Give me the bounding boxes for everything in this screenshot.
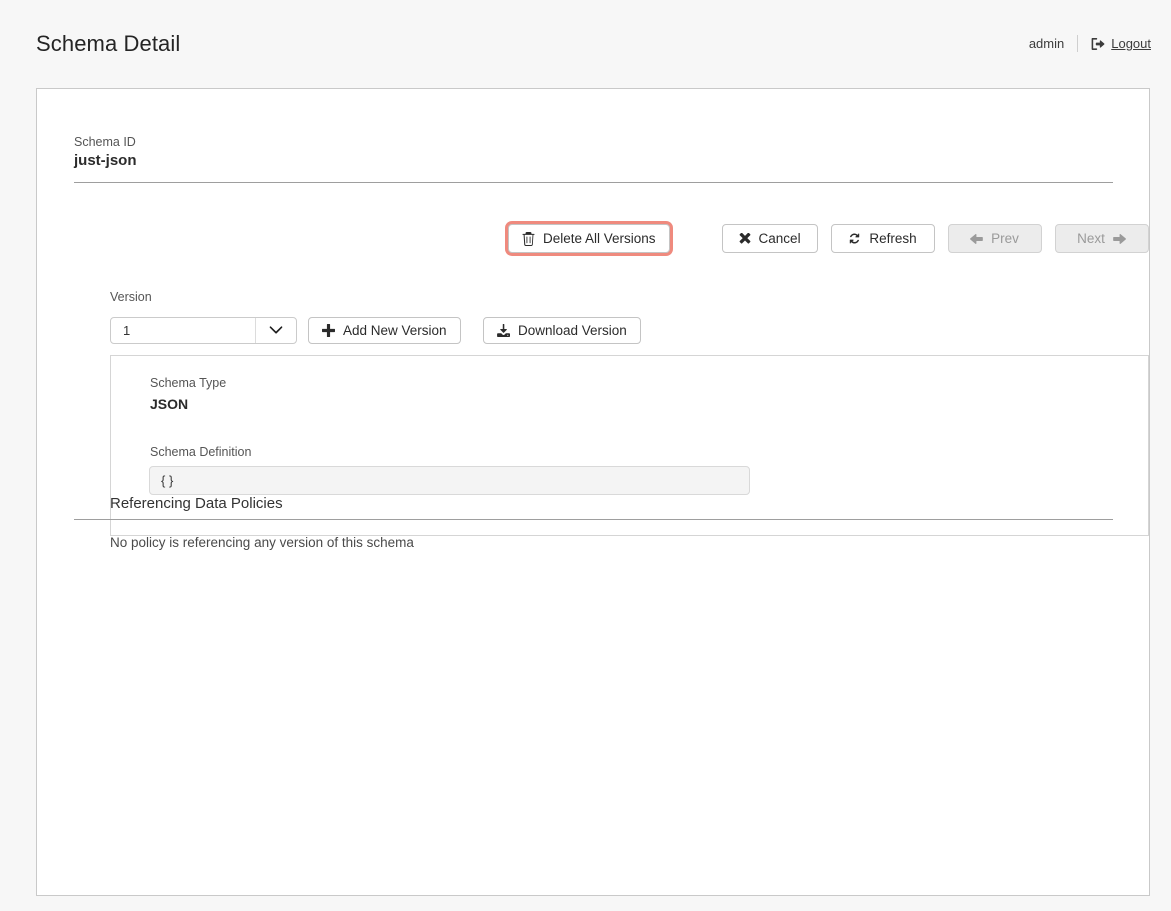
version-select[interactable]: 1 — [110, 317, 297, 344]
cancel-label: Cancel — [758, 231, 801, 246]
policies-rule — [74, 519, 1113, 520]
next-button[interactable]: Next — [1054, 224, 1149, 253]
schema-type-label: Schema Type — [150, 376, 227, 390]
header-divider — [1077, 35, 1079, 52]
download-version-button[interactable]: Download Version — [483, 317, 641, 344]
schema-type-value: JSON — [150, 396, 189, 412]
version-select-value: 1 — [123, 323, 131, 338]
logout-label: Logout — [1111, 36, 1151, 51]
schema-definition-field[interactable]: { } — [149, 466, 750, 495]
current-user-label: admin — [1028, 36, 1065, 51]
plus-icon — [322, 324, 335, 337]
schema-definition-label: Schema Definition — [150, 445, 252, 459]
version-label: Version — [110, 290, 152, 304]
refresh-button[interactable]: Refresh — [830, 224, 935, 253]
user-area: admin Logout — [1029, 35, 1151, 52]
add-new-version-button[interactable]: Add New Version — [308, 317, 461, 344]
chevron-down-icon[interactable] — [255, 318, 296, 343]
delete-all-versions-button[interactable]: Delete All Versions — [508, 224, 670, 253]
add-new-version-label: Add New Version — [343, 323, 447, 338]
delete-all-versions-label: Delete All Versions — [543, 231, 656, 246]
next-label: Next — [1077, 231, 1105, 246]
schema-detail-card: Schema ID just-json Delete All Versions … — [36, 88, 1150, 896]
schema-id-label: Schema ID — [74, 135, 136, 149]
header-rule — [74, 182, 1113, 183]
refresh-label: Refresh — [869, 231, 917, 246]
refresh-icon — [848, 232, 861, 245]
arrow-right-icon — [1113, 233, 1126, 245]
prev-label: Prev — [991, 231, 1019, 246]
download-icon — [497, 324, 510, 337]
prev-button[interactable]: Prev — [947, 224, 1042, 253]
schema-id-block: Schema ID just-json — [74, 135, 1113, 183]
page-header: Schema Detail admin Logout — [0, 0, 1171, 83]
sign-out-icon — [1091, 37, 1105, 51]
page-title: Schema Detail — [36, 31, 181, 56]
schema-id-value: just-json — [74, 152, 137, 169]
referencing-policies-title: Referencing Data Policies — [110, 495, 283, 512]
toolbar: Delete All Versions Cancel Refresh Prev … — [508, 224, 1149, 253]
referencing-policies-empty-message: No policy is referencing any version of … — [110, 535, 414, 550]
download-version-label: Download Version — [518, 323, 627, 338]
logout-link[interactable]: Logout — [1091, 36, 1151, 51]
cancel-button[interactable]: Cancel — [721, 224, 818, 253]
close-icon — [739, 232, 751, 245]
trash-icon — [522, 231, 535, 246]
arrow-left-icon — [970, 233, 984, 245]
